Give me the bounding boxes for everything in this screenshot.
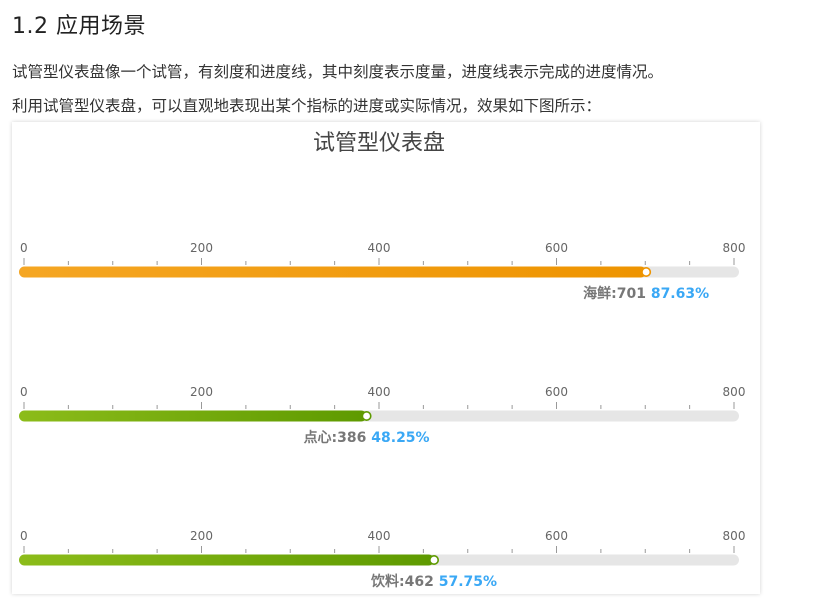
value-label-percent: 57.75% xyxy=(439,574,497,590)
chart-card: 试管型仪表盘 0 200 400 600 800 海鲜:701 87.63% 0 200 400… xyxy=(12,122,760,594)
tick-label: 800 xyxy=(723,385,746,399)
value-label-category: 饮料:462 xyxy=(370,573,439,590)
test-tube-gauge-chart: 试管型仪表盘 0 200 400 600 800 海鲜:701 87.63% 0 200 400… xyxy=(19,131,745,590)
tick-label: 800 xyxy=(723,241,746,255)
tick-label: 0 xyxy=(20,241,28,255)
tick-label: 200 xyxy=(190,385,213,399)
tick-label: 600 xyxy=(545,241,568,255)
value-label: 饮料:462 57.75% xyxy=(370,573,497,590)
gauge-fill xyxy=(19,410,367,422)
tick-label: 400 xyxy=(368,385,391,399)
gauge-end-marker xyxy=(361,410,372,421)
tick-label: 0 xyxy=(20,529,28,543)
gauge-fill xyxy=(19,554,435,566)
tick-label: 0 xyxy=(20,385,28,399)
value-label: 点心:386 48.25% xyxy=(304,429,430,446)
gauge-1: 0 200 400 600 800 点心:386 48.25% xyxy=(19,385,745,446)
tick-label: 200 xyxy=(190,241,213,255)
tick-label: 400 xyxy=(368,241,391,255)
tick-label: 800 xyxy=(723,529,746,543)
gauge-2: 0 200 400 600 800 饮料:462 57.75% xyxy=(19,529,745,590)
value-label-percent: 48.25% xyxy=(371,430,429,446)
value-label-category: 点心:386 xyxy=(304,429,372,446)
tick-label: 600 xyxy=(545,385,568,399)
value-label-category: 海鲜:701 xyxy=(583,285,651,302)
section-heading: 1.2 应用场景 xyxy=(12,14,146,39)
value-label: 海鲜:701 87.63% xyxy=(583,285,709,302)
gauge-end-marker xyxy=(641,267,652,278)
gauge-end-marker xyxy=(429,554,440,565)
tick-label: 600 xyxy=(545,529,568,543)
intro-paragraph-2: 利用试管型仪表盘，可以直观地表现出某个指标的进度或实际情况，效果如下图所示： xyxy=(12,97,602,115)
tick-label: 200 xyxy=(190,529,213,543)
intro-paragraph-1: 试管型仪表盘像一个试管，有刻度和进度线，其中刻度表示度量，进度线表示完成的进度情… xyxy=(12,63,664,81)
tick-label: 400 xyxy=(368,529,391,543)
chart-title: 试管型仪表盘 xyxy=(313,131,445,156)
gauge-0: 0 200 400 600 800 海鲜:701 87.63% xyxy=(19,241,745,302)
value-label-percent: 87.63% xyxy=(651,286,709,302)
gauge-fill xyxy=(19,266,647,278)
